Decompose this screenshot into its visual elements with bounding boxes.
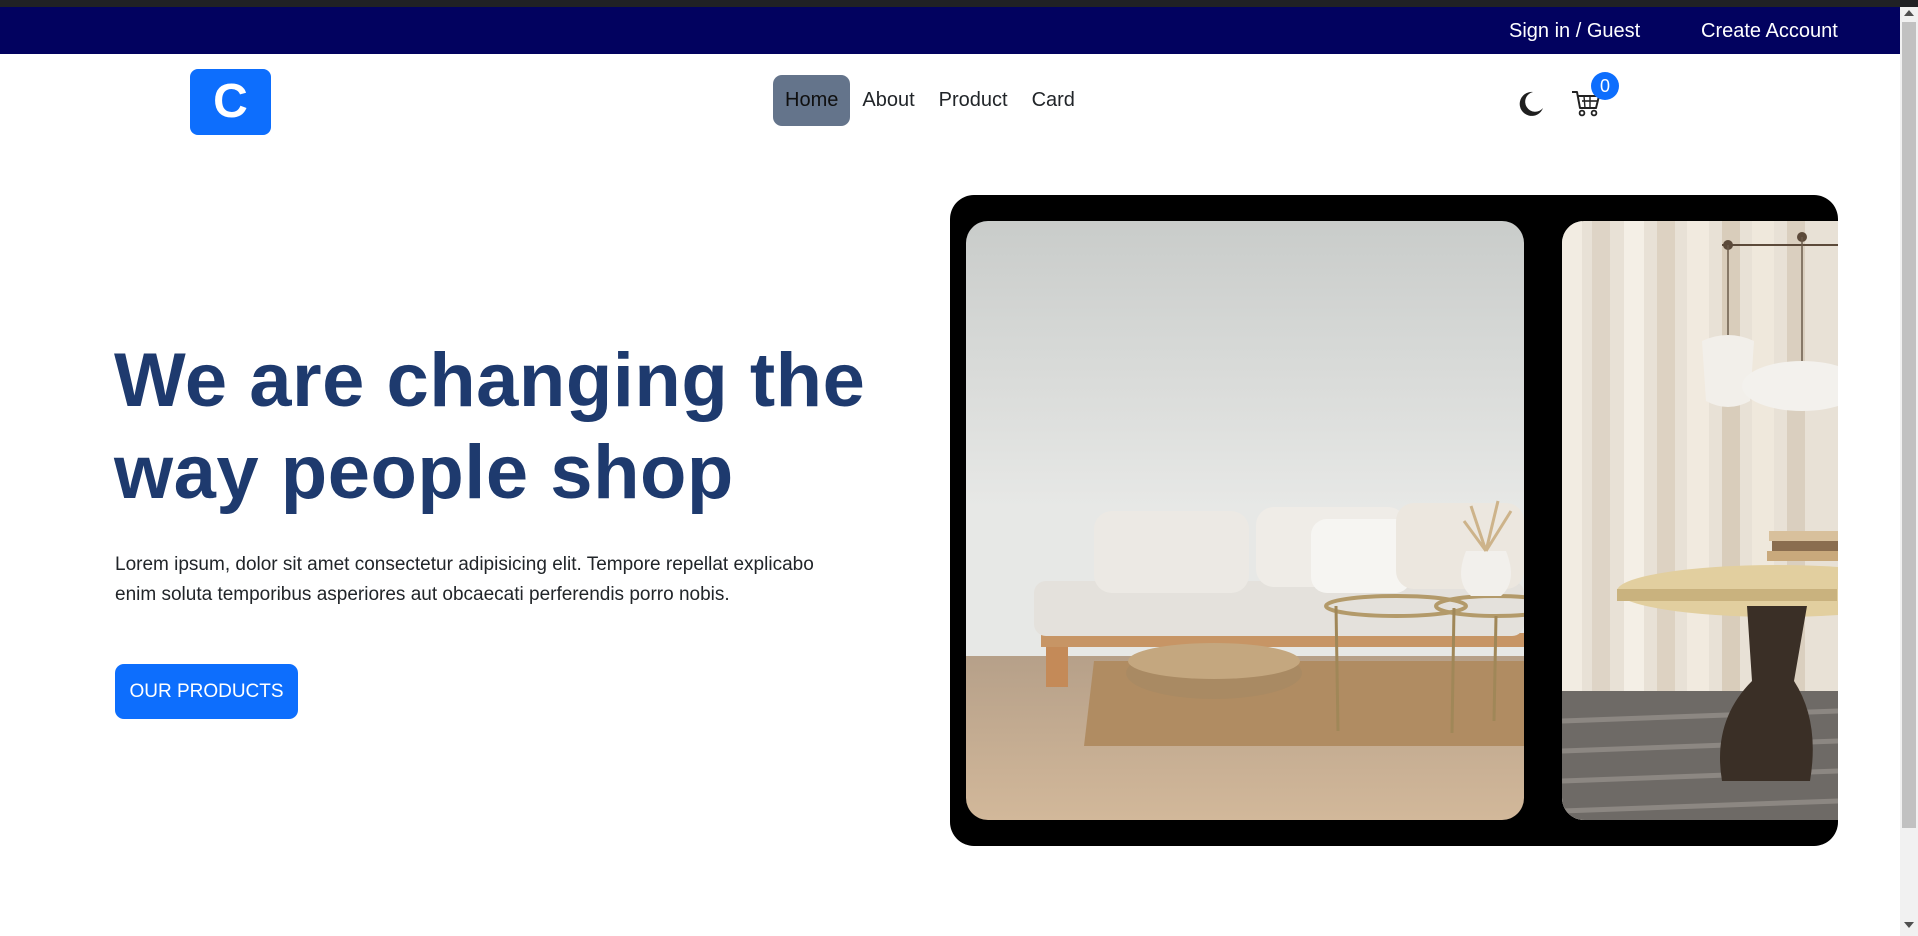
hero-title: We are changing the way people shop xyxy=(114,338,866,515)
browser-top-edge xyxy=(0,0,1918,7)
living-room-sofa-image xyxy=(966,221,1524,820)
dining-table-lamp-image xyxy=(1562,221,1838,820)
nav-item-about[interactable]: About xyxy=(850,75,926,126)
create-account-link[interactable]: Create Account xyxy=(1701,15,1838,47)
nav-links: Home About Product Card xyxy=(773,75,1087,126)
cart-count-badge: 0 xyxy=(1591,72,1619,100)
hero-description: Lorem ipsum, dolor sit amet consectetur … xyxy=(115,554,814,605)
scroll-down-arrow-icon[interactable] xyxy=(1904,922,1914,928)
navbar: C Home About Product Card 0 xyxy=(0,54,1900,156)
moon-icon[interactable] xyxy=(1516,89,1546,119)
top-bar: Sign in / Guest Create Account xyxy=(0,7,1900,54)
nav-item-home[interactable]: Home xyxy=(773,75,851,126)
nav-item-product[interactable]: Product xyxy=(927,75,1020,126)
sign-in-link[interactable]: Sign in / Guest xyxy=(1509,15,1640,47)
image-carousel[interactable] xyxy=(950,195,1838,846)
logo[interactable]: C xyxy=(190,69,271,135)
nav-item-card[interactable]: Card xyxy=(1020,75,1087,126)
scroll-up-arrow-icon[interactable] xyxy=(1904,10,1914,16)
scrollbar-thumb[interactable] xyxy=(1902,22,1916,828)
our-products-button[interactable]: OUR PRODUCTS xyxy=(115,664,298,719)
